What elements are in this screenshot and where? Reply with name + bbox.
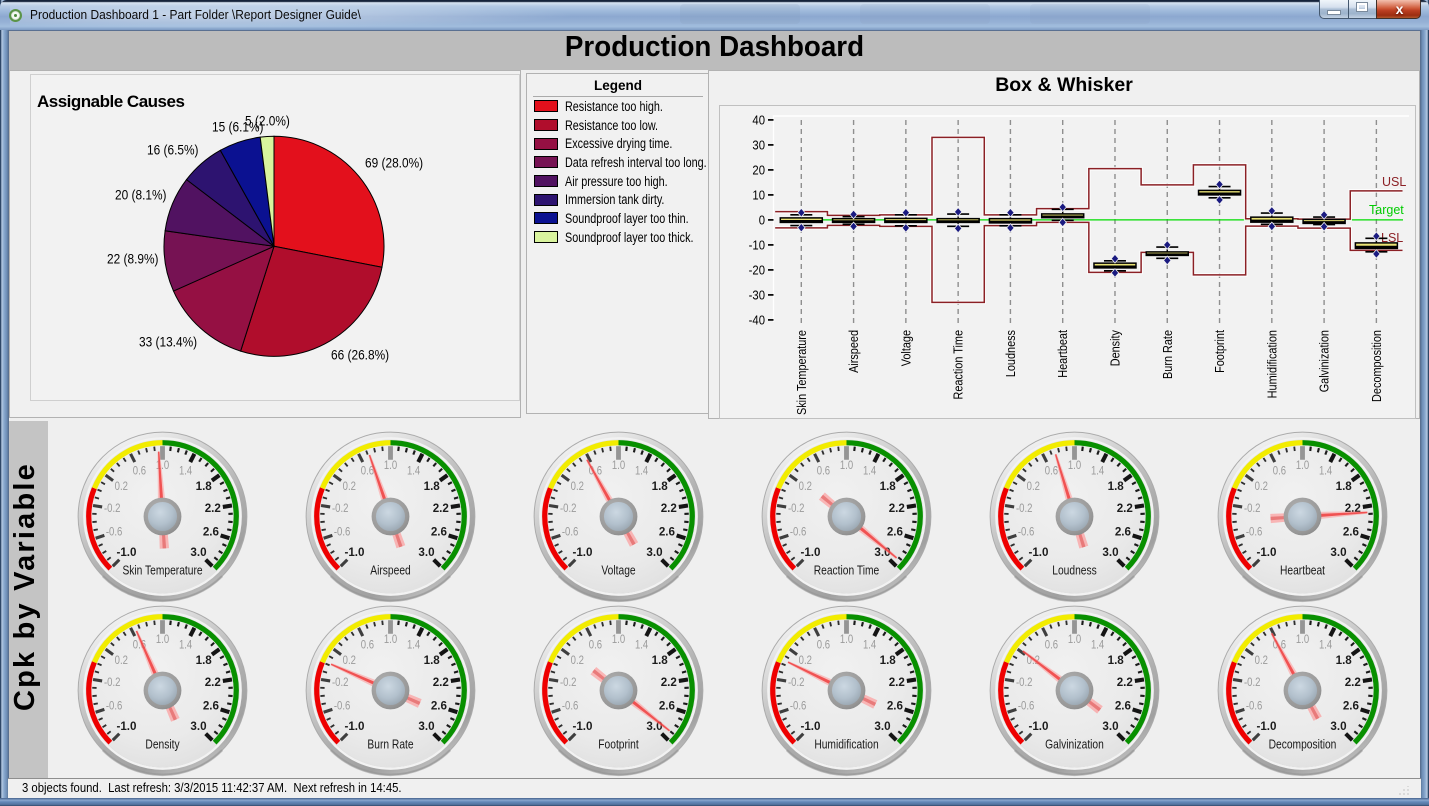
svg-text:5 (2.0%): 5 (2.0%)	[245, 114, 290, 129]
svg-text:Burn Rate: Burn Rate	[368, 736, 414, 751]
svg-text:Decomposition: Decomposition	[1370, 330, 1384, 402]
svg-text:Heartbeat: Heartbeat	[1056, 330, 1070, 378]
svg-text:Loudness: Loudness	[1052, 562, 1096, 577]
svg-text:Voltage: Voltage	[601, 562, 635, 577]
svg-text:Skin Temperature: Skin Temperature	[795, 330, 809, 415]
svg-text:33 (13.4%): 33 (13.4%)	[139, 335, 197, 350]
svg-text:0: 0	[759, 212, 765, 227]
svg-text:Burn Rate: Burn Rate	[1161, 330, 1175, 379]
svg-text:-20: -20	[749, 262, 765, 277]
svg-text:USL: USL	[1382, 175, 1406, 189]
svg-text:-40: -40	[749, 312, 765, 327]
svg-text:22 (8.9%): 22 (8.9%)	[107, 252, 158, 267]
svg-text:Galvinization: Galvinization	[1318, 330, 1332, 392]
svg-text:Reaction Time: Reaction Time	[814, 562, 879, 577]
svg-text:Heartbeat: Heartbeat	[1280, 562, 1325, 577]
svg-text:66 (26.8%): 66 (26.8%)	[331, 348, 389, 363]
svg-text:Voltage: Voltage	[899, 330, 913, 366]
svg-text:10: 10	[752, 187, 765, 202]
svg-text:20: 20	[752, 162, 765, 177]
svg-text:Reaction Time: Reaction Time	[952, 330, 966, 400]
svg-text:40: 40	[752, 112, 765, 127]
svg-text:-30: -30	[749, 287, 765, 302]
svg-text:Density: Density	[1108, 329, 1122, 366]
svg-text:Footprint: Footprint	[598, 736, 639, 751]
svg-text:-10: -10	[749, 237, 765, 252]
svg-text:Skin Temperature: Skin Temperature	[122, 562, 202, 577]
svg-text:Loudness: Loudness	[1004, 330, 1018, 377]
svg-text:20 (8.1%): 20 (8.1%)	[115, 188, 166, 203]
svg-text:30: 30	[752, 137, 765, 152]
svg-text:Airspeed: Airspeed	[370, 562, 410, 577]
svg-text:69 (28.0%): 69 (28.0%)	[365, 156, 423, 171]
svg-text:Humidification: Humidification	[1265, 330, 1279, 398]
svg-text:Galvinization: Galvinization	[1045, 736, 1104, 751]
svg-text:Footprint: Footprint	[1213, 330, 1227, 373]
svg-text:Airspeed: Airspeed	[847, 330, 861, 373]
svg-text:16 (6.5%): 16 (6.5%)	[147, 143, 198, 158]
svg-text:Humidification: Humidification	[815, 736, 879, 751]
svg-text:Target: Target	[1369, 203, 1404, 217]
svg-text:Decomposition: Decomposition	[1269, 736, 1337, 751]
svg-text:Density: Density	[145, 736, 180, 751]
